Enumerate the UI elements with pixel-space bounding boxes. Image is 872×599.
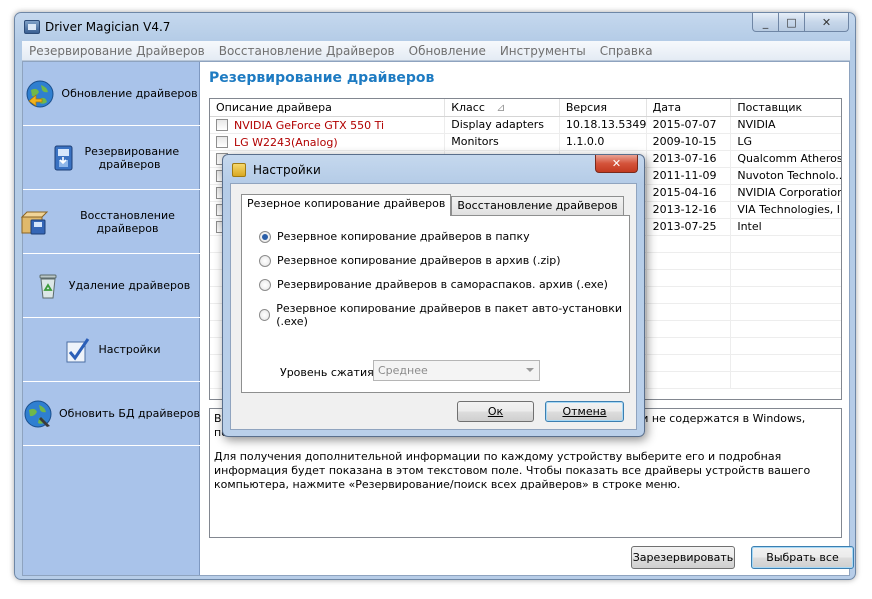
backup-button[interactable]: Зарезервировать	[631, 546, 735, 569]
settings-check-icon	[66, 337, 90, 362]
sidebar-item-delete[interactable]: Удаление драйверов	[23, 254, 200, 318]
minimize-button[interactable]: _	[752, 13, 779, 32]
driver-name: LG W2243(Analog)	[234, 135, 338, 149]
menu-update[interactable]: Обновление	[402, 44, 493, 58]
menu-restore[interactable]: Восстановление Драйверов	[212, 44, 402, 58]
sidebar-item-label: Резервирование драйверов	[84, 144, 180, 171]
radio-button[interactable]	[259, 278, 271, 291]
driver-date: 2015-04-16	[647, 185, 732, 201]
select-all-button[interactable]: Выбрать все	[751, 546, 854, 569]
title-bar[interactable]: Driver Magician V4.7 _ □ ✕	[15, 13, 855, 41]
sidebar-item-update[interactable]: Обновление драйверов	[23, 62, 200, 126]
driver-date: 2013-07-25	[647, 219, 732, 235]
compression-select[interactable]: Среднее	[373, 360, 540, 381]
sidebar-item-label: Восстановление драйверов	[80, 208, 175, 235]
column-header-version[interactable]: Версия	[560, 99, 647, 116]
cancel-label: Отмена	[562, 405, 607, 418]
info-paragraph: Для получения дополнительной информации …	[214, 450, 811, 491]
driver-date: 2013-07-16	[647, 151, 732, 167]
driver-class: Display adapters	[445, 117, 560, 133]
column-header-class[interactable]: Класс ⊿	[445, 99, 560, 116]
cancel-button[interactable]: Отмена	[545, 401, 624, 422]
menu-help[interactable]: Справка	[593, 44, 660, 58]
backup-disk-icon	[54, 145, 72, 170]
settings-dialog: Настройки ✕ Резерное копирование драйвер…	[222, 154, 645, 437]
sidebar: Обновление драйверов Резервирование драй…	[20, 62, 200, 575]
menu-bar: Резервирование Драйверов Восстановление …	[22, 41, 850, 61]
globe-update-icon	[26, 80, 54, 107]
driver-vendor: NVIDIA	[737, 118, 776, 131]
sort-indicator-icon: ⊿	[496, 101, 506, 114]
driver-vendor: LG	[737, 135, 752, 148]
close-button[interactable]: ✕	[805, 13, 849, 32]
table-row[interactable]: LG W2243(Analog) Monitors 1.1.0.0 2009-1…	[210, 134, 841, 151]
driver-vendor: Nuvoton Technolo...	[737, 169, 841, 182]
tab-panel: Резервное копирование драйверов в папку …	[241, 215, 630, 393]
table-row[interactable]: NVIDIA GeForce GTX 550 Ti Display adapte…	[210, 117, 841, 134]
ok-button[interactable]: Ок	[457, 401, 534, 422]
driver-date: 2009-10-15	[647, 134, 732, 150]
chevron-down-icon	[526, 368, 534, 372]
row-checkbox[interactable]	[216, 136, 228, 148]
sidebar-item-label: Удаление драйверов	[68, 279, 191, 292]
row-checkbox[interactable]	[216, 119, 228, 131]
option-label: Резервирование драйверов в самораспаков.…	[277, 278, 608, 291]
maximize-button[interactable]: □	[779, 13, 805, 32]
compression-label: Уровень сжатия	[280, 366, 374, 379]
ok-label: Ок	[487, 405, 504, 418]
driver-version: 1.1.0.0	[560, 134, 647, 150]
radio-button[interactable]	[259, 254, 271, 267]
compression-value: Среднее	[378, 364, 428, 377]
menu-tools[interactable]: Инструменты	[493, 44, 593, 58]
driver-date: 2011-11-09	[647, 168, 732, 184]
option-sfx[interactable]: Резервирование драйверов в самораспаков.…	[259, 278, 608, 291]
radio-button[interactable]	[259, 309, 271, 321]
globe-refresh-icon	[24, 400, 52, 427]
sidebar-item-backup[interactable]: Резервирование драйверов	[23, 126, 200, 190]
option-folder[interactable]: Резервное копирование драйверов в папку	[259, 230, 530, 243]
option-label: Резервное копирование драйверов в папку	[277, 230, 530, 243]
settings-dialog-icon	[232, 163, 246, 177]
driver-vendor: NVIDIA Corporation	[737, 186, 841, 199]
driver-vendor: VIA Technologies, I...	[737, 203, 841, 216]
app-icon	[24, 20, 40, 34]
option-zip[interactable]: Резервное копирование драйверов в архив …	[259, 254, 561, 267]
info-line1-end: ни не содержатся в Windows,	[634, 412, 806, 425]
recycle-bin-icon	[39, 274, 57, 298]
driver-date: 2013-12-16	[647, 202, 732, 218]
tab-backup[interactable]: Резерное копирование драйверов	[241, 194, 452, 216]
driver-class: Monitors	[445, 134, 560, 150]
dialog-title: Настройки	[253, 163, 321, 177]
dialog-client: Резерное копирование драйверов Восстанов…	[230, 183, 637, 430]
window-controls: _ □ ✕	[752, 13, 849, 33]
window-title: Driver Magician V4.7	[45, 20, 171, 34]
sidebar-item-label: Обновить БД драйверов	[59, 407, 200, 420]
option-label: Резервное копирование драйверов в архив …	[277, 254, 561, 267]
sidebar-item-update-db[interactable]: Обновить БД драйверов	[23, 382, 200, 446]
menu-backup[interactable]: Резервирование Драйверов	[22, 44, 212, 58]
sidebar-item-label: Настройки	[98, 343, 161, 356]
radio-button[interactable]	[259, 230, 271, 243]
column-header-vendor[interactable]: Поставщик	[731, 99, 841, 116]
column-header-description[interactable]: Описание драйвера	[210, 99, 446, 116]
table-header: Описание драйвера Класс ⊿ Версия Дата По…	[210, 99, 841, 117]
driver-vendor: Qualcomm Atheros	[737, 152, 841, 165]
driver-date: 2015-07-07	[647, 117, 732, 133]
column-header-label: Класс	[451, 101, 485, 114]
restore-box-icon	[20, 211, 49, 234]
option-label: Резервное копирование драйверов в пакет …	[276, 302, 623, 328]
sidebar-item-label: Обновление драйверов	[61, 87, 198, 100]
dialog-close-button[interactable]: ✕	[595, 155, 638, 173]
driver-vendor: Intel	[737, 220, 762, 233]
option-autoinstall[interactable]: Резервное копирование драйверов в пакет …	[259, 302, 629, 328]
driver-name: NVIDIA GeForce GTX 550 Ti	[234, 118, 385, 132]
sidebar-item-settings[interactable]: Настройки	[23, 318, 200, 382]
dialog-tabs: Резерное копирование драйверов Восстанов…	[241, 194, 624, 216]
column-header-date[interactable]: Дата	[647, 99, 732, 116]
driver-version: 10.18.13.5349	[560, 117, 647, 133]
tab-restore[interactable]: Восстановление драйверов	[451, 196, 624, 215]
sidebar-item-restore[interactable]: Восстановление драйверов	[20, 190, 200, 254]
section-title: Резервирование драйверов	[209, 70, 435, 86]
